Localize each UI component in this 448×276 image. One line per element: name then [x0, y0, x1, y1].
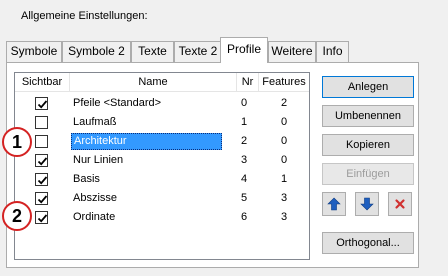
list-row[interactable]: Ordinate 6 3: [15, 208, 309, 227]
tab-label: Info: [322, 44, 343, 58]
row-features: 2: [281, 97, 288, 109]
row-name: Basis: [73, 173, 100, 185]
tab-label: Symbole: [10, 44, 58, 58]
kopieren-button[interactable]: Kopieren: [322, 134, 414, 156]
umbenennen-button[interactable]: Umbenennen: [322, 105, 414, 127]
list-row[interactable]: Abszisse 5 3: [15, 189, 309, 208]
row-name: Laufmaß: [73, 116, 117, 128]
einfuegen-button[interactable]: Einfügen: [322, 163, 414, 185]
list-row[interactable]: Pfeile <Standard> 0 2: [15, 94, 309, 113]
arrow-down-icon: [360, 197, 374, 211]
move-down-button[interactable]: [355, 192, 379, 216]
list-row[interactable]: Laufmaß 1 0: [15, 113, 309, 132]
row-nr: 3: [241, 154, 248, 166]
visible-checkbox[interactable]: [35, 154, 48, 167]
tab-profile[interactable]: Profile: [220, 37, 268, 63]
delete-button[interactable]: [388, 192, 412, 216]
annotation-badge-1: 1: [2, 127, 32, 157]
orthogonal-button[interactable]: Orthogonal...: [322, 232, 414, 254]
check-icon: [37, 100, 48, 109]
visible-checkbox[interactable]: [35, 97, 48, 110]
profile-list[interactable]: Sichtbar Name Nr Features Pfeile <Standa…: [14, 72, 310, 260]
row-features: 0: [281, 116, 288, 128]
row-name: Nur Linien: [73, 154, 124, 166]
row-nr: 1: [241, 116, 248, 128]
tab-texte-2[interactable]: Texte 2: [174, 41, 222, 62]
column-header-nr[interactable]: Nr: [237, 73, 259, 92]
annotation-badge-2: 2: [2, 201, 32, 231]
row-features: 1: [281, 173, 288, 185]
tab-label: Weitere: [271, 44, 313, 58]
tab-label: Profile: [226, 42, 261, 56]
check-icon: [37, 214, 48, 223]
visible-checkbox[interactable]: [35, 173, 48, 186]
row-nr: 6: [241, 211, 248, 223]
row-features: 3: [281, 211, 288, 223]
tab-symbole[interactable]: Symbole: [6, 41, 62, 62]
row-nr: 4: [241, 173, 248, 185]
column-header-name[interactable]: Name: [70, 73, 237, 92]
row-name: Ordinate: [73, 211, 116, 223]
tab-label: Texte: [138, 44, 167, 58]
tab-info[interactable]: Info: [316, 41, 349, 62]
row-features: 0: [281, 135, 288, 147]
row-features: 0: [281, 154, 288, 166]
row-nr: 2: [241, 135, 248, 147]
column-header-features[interactable]: Features: [259, 73, 309, 92]
visible-checkbox[interactable]: [35, 211, 48, 224]
delete-x-icon: [395, 199, 405, 209]
tab-symbole-2[interactable]: Symbole 2: [62, 41, 131, 62]
column-header-sichtbar[interactable]: Sichtbar: [15, 73, 70, 92]
row-features: 3: [281, 192, 288, 204]
tab-label: Texte 2: [178, 44, 218, 58]
tab-weitere[interactable]: Weitere: [268, 41, 316, 62]
check-icon: [37, 195, 48, 204]
visible-checkbox[interactable]: [35, 116, 48, 129]
move-up-button[interactable]: [322, 192, 346, 216]
selection-highlight: Architektur: [71, 133, 222, 150]
row-name: Pfeile <Standard>: [73, 97, 162, 109]
row-nr: 0: [241, 97, 248, 109]
visible-checkbox[interactable]: [35, 192, 48, 205]
list-row-selected[interactable]: Architektur 2 0: [15, 132, 309, 151]
arrow-up-icon: [327, 197, 341, 211]
list-row[interactable]: Basis 4 1: [15, 170, 309, 189]
list-header: Sichtbar Name Nr Features: [15, 73, 309, 92]
row-name: Abszisse: [73, 192, 118, 204]
tab-label: Symbole 2: [68, 44, 125, 58]
list-row[interactable]: Nur Linien 3 0: [15, 151, 309, 170]
visible-checkbox[interactable]: [35, 135, 48, 148]
tab-texte[interactable]: Texte: [131, 41, 174, 62]
row-name: Architektur: [74, 135, 127, 147]
anlegen-button[interactable]: Anlegen: [322, 76, 414, 98]
check-icon: [37, 176, 48, 185]
section-title: Allgemeine Einstellungen:: [21, 10, 148, 22]
check-icon: [37, 157, 48, 166]
row-nr: 5: [241, 192, 248, 204]
